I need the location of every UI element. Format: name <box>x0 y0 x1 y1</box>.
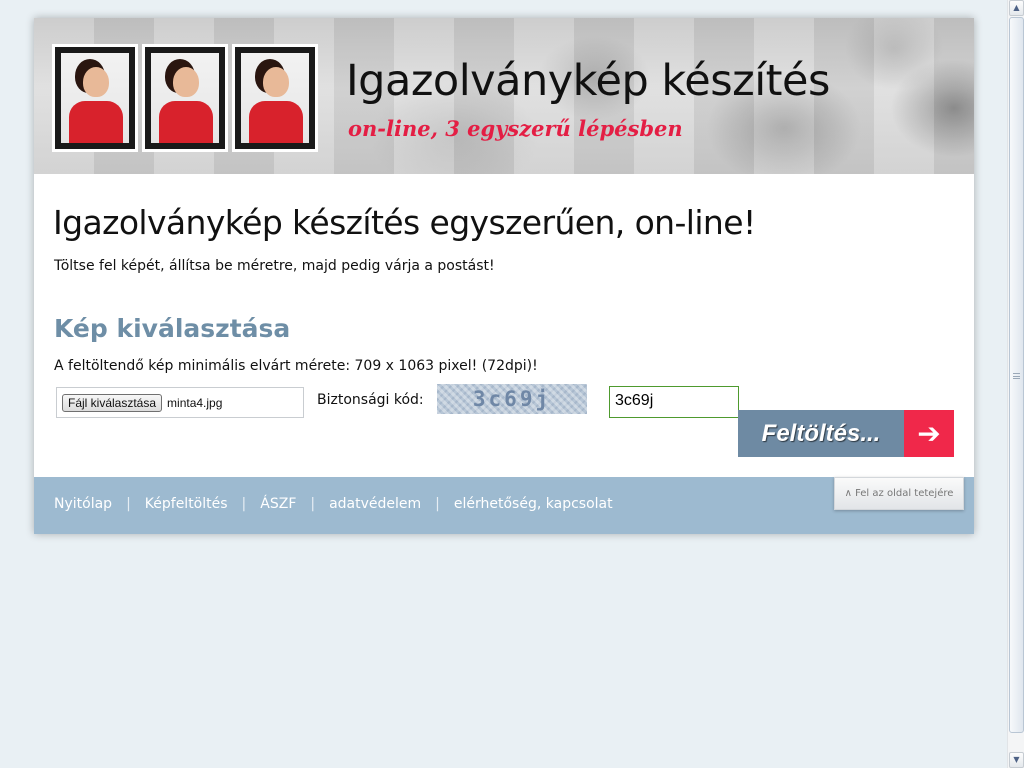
choose-file-button[interactable]: Fájl kiválasztása <box>62 393 163 412</box>
scroll-up-arrow-icon[interactable]: ▲ <box>1009 0 1024 16</box>
nav-separator: | <box>126 496 131 512</box>
footer-link-terms[interactable]: ÁSZF <box>260 496 296 512</box>
upload-button-label[interactable]: Feltöltés... <box>738 410 904 457</box>
lead-text: Töltse fel képét, állítsa be méretre, ma… <box>54 258 495 274</box>
nav-separator: | <box>435 496 440 512</box>
sample-photo <box>52 44 138 152</box>
captcha-image: 3c69j <box>437 384 587 414</box>
vertical-scrollbar[interactable]: ▲ ▼ <box>1007 0 1024 768</box>
upload-button[interactable]: Feltöltés... ➔ <box>738 410 954 457</box>
nav-separator: | <box>241 496 247 512</box>
sample-photo <box>142 44 228 152</box>
footer-link-privacy[interactable]: adatvédelem <box>329 496 421 512</box>
page-title: Igazolványkép készítés egyszerűen, on-li… <box>53 203 756 242</box>
back-to-top-button[interactable]: ∧ Fel az oldal tetejére <box>834 477 964 510</box>
sample-photo <box>232 44 318 152</box>
right-arrow-icon[interactable]: ➔ <box>904 410 954 457</box>
scroll-down-arrow-icon[interactable]: ▼ <box>1009 752 1024 768</box>
scrollbar-thumb[interactable] <box>1009 17 1024 733</box>
security-code-label: Biztonsági kód: <box>317 392 424 408</box>
section-title: Kép kiválasztása <box>54 314 291 343</box>
nav-separator: | <box>310 496 316 512</box>
file-input[interactable]: Fájl kiválasztása minta4.jpg <box>56 387 304 418</box>
min-size-text: A feltöltendő kép minimális elvárt méret… <box>54 358 538 374</box>
site-title: Igazolványkép készítés <box>346 56 830 106</box>
site-subtitle: on-line, 3 egyszerű lépésben <box>348 116 683 141</box>
footer: Nyitólap | Képfeltöltés | ÁSZF | adatvéd… <box>34 477 974 534</box>
sample-photos <box>52 44 326 154</box>
footer-link-contact[interactable]: elérhetőség, kapcsolat <box>454 496 613 512</box>
footer-link-home[interactable]: Nyitólap <box>54 496 112 512</box>
footer-nav: Nyitólap | Képfeltöltés | ÁSZF | adatvéd… <box>54 496 613 512</box>
page-container: Igazolványkép készítés on-line, 3 egysze… <box>34 18 974 534</box>
selected-file-name: minta4.jpg <box>167 395 223 410</box>
footer-link-upload[interactable]: Képfeltöltés <box>145 496 228 512</box>
header-banner: Igazolványkép készítés on-line, 3 egysze… <box>34 18 974 174</box>
security-code-input[interactable]: 3c69j <box>609 386 739 418</box>
